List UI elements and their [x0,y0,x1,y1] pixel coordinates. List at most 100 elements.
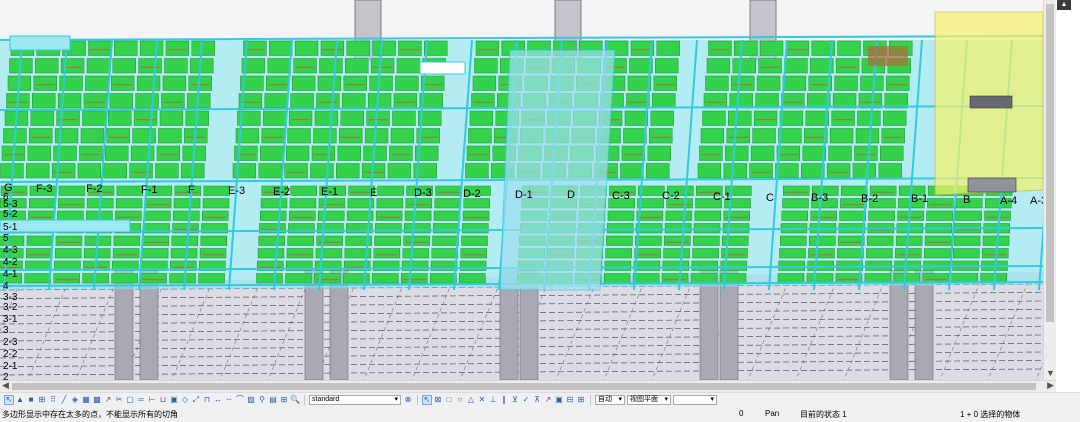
slab-panel [135,93,159,109]
parallel-icon[interactable]: ✓ [521,395,531,405]
frame-icon[interactable]: ⊓ [202,395,212,405]
slab-panel [462,210,490,221]
line-icon[interactable]: ╱ [59,395,69,405]
opening-shaft [499,49,616,291]
toolbar-separator [590,394,591,405]
slab-panel [340,110,364,126]
slab-panel [404,223,431,234]
magnifier-icon[interactable]: 🔍 [290,395,300,405]
slab-panel [30,110,54,126]
tangent-icon[interactable]: ⊻ [510,395,520,405]
slab-panel [155,163,179,179]
grid-icon[interactable]: ⊞ [37,395,47,405]
slab-panel [690,273,718,284]
slab-panel [621,145,646,161]
cursor-plane-icon[interactable]: ▣ [554,395,564,405]
rectangle-icon[interactable]: ▢ [125,395,135,405]
node-icon[interactable]: ⊠ [433,395,443,405]
scroll-left-icon[interactable]: ◀ [2,380,9,391]
horizontal-scrollbar[interactable]: ◀ ▶ [0,380,1056,392]
panel-toggle-icon[interactable]: ▲ [1057,0,1071,10]
wall-icon[interactable]: ⊔ [158,395,168,405]
slab-panel [432,235,459,246]
model-3d-viewport[interactable]: G F-3 F-2 F-1 F E-3 E-2 E-1 E D-3 D-2 D-1 D C-3 C-2 C-1… [0,0,1043,380]
box-snap-icon[interactable]: ⊟ [565,395,575,405]
perpendicular-icon[interactable]: ∥ [499,395,509,405]
select-arrow-icon[interactable]: ↖ [4,394,14,405]
grid-column-label: E [370,187,378,199]
slab-panel [691,260,719,271]
vertical-scroll-thumb[interactable] [1046,4,1054,322]
move-icon[interactable]: ▲ [15,395,25,405]
pointer-icon[interactable]: ↖ [422,394,432,405]
horizontal-scroll-thumb[interactable] [12,383,1036,390]
grid-column-label: F [188,184,195,196]
slab-panel [468,128,492,144]
settings-icon[interactable]: ⊗ [403,395,413,405]
triangle-snap-icon[interactable]: ✕ [477,395,487,405]
plane-icon[interactable]: ▦ [81,395,91,405]
scroll-down-icon[interactable]: ▼ [1046,368,1055,378]
distance-icon[interactable]: ⊢ [147,395,157,405]
slab-panel [258,163,282,179]
snap-icon[interactable]: ↗ [103,395,113,405]
cube-icon[interactable]: ■ [26,395,36,405]
scroll-right-icon[interactable]: ▶ [1047,380,1054,391]
slab-panel [650,110,674,126]
slab-panel [260,198,288,209]
slab-panel [831,110,855,126]
circle-snap-icon[interactable]: △ [466,395,476,405]
measure-icon[interactable]: ⤢ [191,395,201,405]
slab-panel [54,128,79,144]
endpoint-icon[interactable]: □ [444,395,454,405]
auto-select[interactable]: 自动 ▾ [595,394,625,405]
eye-icon[interactable]: ◇ [180,395,190,405]
slab-panel [699,145,723,161]
free-snap-icon[interactable]: ↗ [543,395,553,405]
slab-panel [28,210,55,221]
intersect-icon[interactable]: ⊥ [488,395,498,405]
grid-column-label: A-4 [1000,195,1018,207]
grid-column-label: D [567,189,575,201]
slab-icon[interactable]: ▣ [169,395,179,405]
slab-panel [159,110,184,126]
slab-panel [398,40,422,56]
slab-panel [57,210,84,221]
standard-select[interactable]: standard ▾ [309,394,401,405]
vertical-scrollbar[interactable]: ▼ [1043,0,1056,380]
slab-panel [732,58,756,74]
status-message: 多边形显示中存在太多的点，不能显示所有的切角 [2,410,178,419]
slab-panel [635,235,662,246]
dots-icon[interactable]: ⠿ [48,395,58,405]
slab-panel [955,210,982,221]
grid-row-label: 3-1 [3,314,18,325]
slab-panel [835,273,863,284]
grid-column-label: F-1 [141,184,158,196]
slab-panel [632,273,660,284]
slab-panel [837,248,864,259]
arc-icon[interactable]: ⌒ [235,395,245,405]
empty-select[interactable]: ▾ [673,394,717,405]
slab-panel [139,40,164,56]
plane-select[interactable]: 视图平面 ▾ [627,394,671,405]
grid-snap-icon[interactable]: ⊞ [576,395,586,405]
midpoint-icon[interactable]: ○ [455,395,465,405]
pin-icon[interactable]: ⚲ [257,395,267,405]
dash-icon[interactable]: ┄ [224,395,234,405]
slab-panel [267,58,291,74]
slab-panel [395,75,419,91]
slab-panel [864,273,892,284]
green-box-icon[interactable]: ▨ [246,395,256,405]
slab-panel [723,210,751,221]
view3d-icon[interactable]: ◈ [70,395,80,405]
dimension-icon[interactable]: ↔ [213,395,223,405]
table-icon[interactable]: ▤ [268,395,278,405]
slab-panel [634,248,661,259]
grid-small-icon[interactable]: ⊞ [279,395,289,405]
align-icon[interactable]: ═ [136,395,146,405]
slab-panel [109,93,133,109]
slab-panel [726,128,750,144]
cut-icon[interactable]: ✂ [114,395,124,405]
extend-icon[interactable]: ⊼ [532,395,542,405]
hatch-icon[interactable]: ▩ [92,395,102,405]
